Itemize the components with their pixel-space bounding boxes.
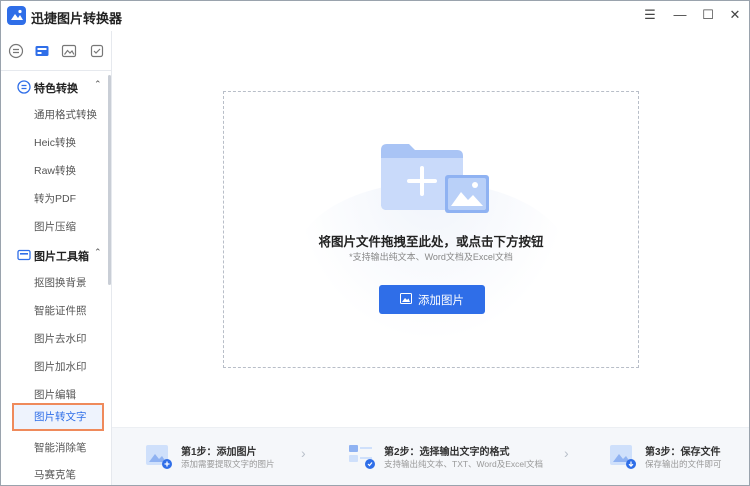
sidebar-item-general-convert[interactable]: 通用格式转换 (12, 101, 104, 129)
add-image-step-icon (145, 442, 173, 470)
sidebar-item-compress[interactable]: 图片压缩 (12, 213, 104, 241)
drop-zone-title: 将图片文件拖拽至此处，或点击下方按钮 (318, 235, 544, 249)
minimize-button[interactable]: — (668, 4, 692, 26)
sidebar-item-remove-watermark[interactable]: 图片去水印 (12, 325, 104, 353)
step-title: 第3步：保存文件 (645, 447, 721, 458)
steps-bar: 第1步：添加图片 添加需要提取文字的图片 › 第2步：选择输出文字的格式 支持输… (112, 427, 749, 485)
group-toolbox[interactable]: 图片工具箱 ⌃ (1, 241, 109, 269)
add-image-button[interactable]: 添加图片 (379, 285, 485, 314)
sidebar: 特色转换 ⌃ 通用格式转换 Heic转换 Raw转换 转为PDF 图片压缩 图片… (1, 31, 112, 485)
sidebar-item-add-watermark[interactable]: 图片加水印 (12, 353, 104, 381)
convert-tab-icon[interactable] (8, 43, 24, 59)
drop-zone-subtitle: *支持输出纯文本、Word文档及Excel文档 (349, 252, 513, 262)
sidebar-item-heic[interactable]: Heic转换 (12, 129, 104, 157)
step-title: 第1步：添加图片 (181, 447, 257, 458)
chevron-right-icon: › (564, 445, 569, 461)
main-panel: 将图片文件拖拽至此处，或点击下方按钮 *支持输出纯文本、Word文档及Excel… (112, 31, 749, 485)
close-button[interactable]: ✕ (723, 4, 747, 26)
step-desc: 支持输出纯文本、TXT、Word及Excel文档 (384, 459, 543, 469)
group-label: 图片工具箱 (34, 251, 89, 263)
sidebar-item-to-pdf[interactable]: 转为PDF (12, 185, 104, 213)
chevron-right-icon: › (301, 445, 306, 461)
maximize-button[interactable]: ☐ (696, 4, 720, 26)
format-step-icon (348, 442, 376, 470)
sidebar-tabs (1, 31, 112, 71)
group-label: 特色转换 (34, 83, 78, 95)
drop-zone[interactable]: 将图片文件拖拽至此处，或点击下方按钮 *支持输出纯文本、Word文档及Excel… (223, 91, 639, 368)
chevron-up-icon: ⌃ (94, 247, 102, 257)
step-desc: 保存输出的文件即可 (645, 459, 722, 469)
group-special-convert[interactable]: 特色转换 ⌃ (1, 73, 109, 101)
step-title: 第2步：选择输出文字的格式 (384, 447, 510, 458)
toolbox-icon (17, 248, 31, 262)
app-title: 迅捷图片转换器 (31, 11, 123, 26)
toolbox-tab-icon[interactable] (34, 43, 50, 59)
chevron-up-icon: ⌃ (94, 79, 102, 89)
app-window: 迅捷图片转换器 ☰ — ☐ ✕ 特色转换 ⌃ 通用格式转换 Heic转换 Raw… (0, 0, 750, 486)
app-logo-icon (7, 6, 26, 25)
sidebar-item-image-to-text[interactable]: 图片转文字 (12, 403, 104, 431)
sidebar-item-cutout[interactable]: 抠图换背景 (12, 269, 104, 297)
check-tab-icon[interactable] (89, 43, 105, 59)
image-tab-icon[interactable] (61, 43, 77, 59)
sidebar-item-eraser[interactable]: 智能消除笔 (12, 434, 104, 462)
sidebar-item-raw[interactable]: Raw转换 (12, 157, 104, 185)
menu-icon[interactable]: ☰ (638, 4, 662, 26)
folder-add-image-icon (379, 142, 491, 219)
sidebar-item-id-photo[interactable]: 智能证件照 (12, 297, 104, 325)
step-desc: 添加需要提取文字的图片 (181, 459, 275, 469)
special-convert-icon (17, 80, 31, 94)
add-image-label: 添加图片 (418, 294, 464, 307)
image-icon (400, 292, 412, 307)
save-step-icon (609, 442, 637, 470)
title-bar: 迅捷图片转换器 ☰ — ☐ ✕ (1, 1, 749, 31)
sidebar-item-mosaic[interactable]: 马赛克笔 (12, 461, 104, 485)
